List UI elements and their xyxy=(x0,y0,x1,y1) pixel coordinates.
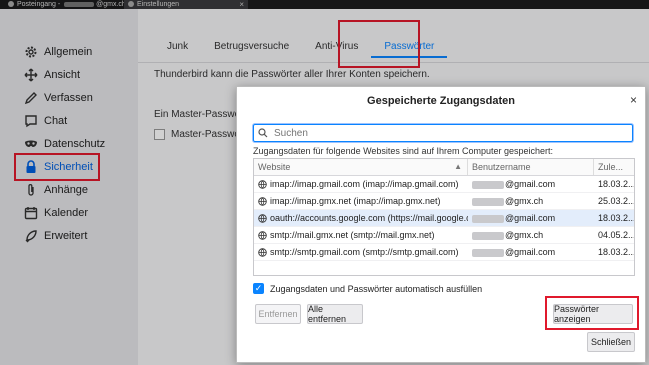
row-username: @gmail.com xyxy=(505,179,556,189)
row-date: 18.03.2... xyxy=(598,247,634,257)
highlight-box-show-passwords xyxy=(545,296,639,330)
remove-button[interactable]: Entfernen xyxy=(255,304,301,324)
table-row[interactable]: imap://imap.gmail.com (imap://imap.gmail… xyxy=(254,176,634,193)
row-website: smtp://smtp.gmail.com (smtp://smtp.gmail… xyxy=(270,247,459,257)
globe-icon xyxy=(258,247,267,257)
redacted-username xyxy=(472,248,504,257)
row-username: @gmx.ch xyxy=(505,230,544,240)
row-date: 18.03.2... xyxy=(598,179,634,189)
autofill-label: Zugangsdaten und Passwörter automatisch … xyxy=(270,283,483,294)
column-header-last-changed[interactable]: Zule... xyxy=(594,159,634,175)
row-date: 18.03.2... xyxy=(598,213,634,223)
globe-icon xyxy=(258,179,267,189)
row-username: @gmx.ch xyxy=(505,196,544,206)
table-row[interactable]: smtp://smtp.gmail.com (smtp://smtp.gmail… xyxy=(254,244,634,261)
column-header-username[interactable]: Benutzername xyxy=(468,159,594,175)
table-row-selected[interactable]: oauth://accounts.google.com (https://mai… xyxy=(254,210,634,227)
row-website: smtp://mail.gmx.net (smtp://mail.gmx.net… xyxy=(270,230,435,240)
logins-table: Website ▲ Benutzername Zule... imap://ima… xyxy=(253,158,635,276)
logins-info-text: Zugangsdaten für folgende Websites sind … xyxy=(253,146,554,156)
table-row[interactable]: smtp://mail.gmx.net (smtp://mail.gmx.net… xyxy=(254,227,634,244)
autofill-checkbox-row[interactable]: ✓ Zugangsdaten und Passwörter automatisc… xyxy=(253,283,482,294)
row-website: oauth://accounts.google.com (https://mai… xyxy=(270,213,468,223)
autofill-checkbox[interactable]: ✓ xyxy=(253,283,264,294)
row-date: 04.05.2... xyxy=(598,230,634,240)
row-username: @gmail.com xyxy=(505,213,556,223)
globe-icon xyxy=(258,196,267,206)
search-input[interactable] xyxy=(272,126,632,140)
table-row[interactable]: imap://imap.gmx.net (imap://imap.gmx.net… xyxy=(254,193,634,210)
row-date: 25.03.2... xyxy=(598,196,634,206)
dialog-title: Gespeicherte Zugangsdaten xyxy=(367,95,515,107)
dialog-close-icon[interactable]: × xyxy=(630,93,637,107)
globe-icon xyxy=(258,230,267,240)
row-website: imap://imap.gmail.com (imap://imap.gmail… xyxy=(270,179,459,189)
sort-arrow-icon: ▲ xyxy=(454,162,462,171)
redacted-username xyxy=(472,180,504,189)
row-website: imap://imap.gmx.net (imap://imap.gmx.net… xyxy=(270,196,441,206)
row-username: @gmail.com xyxy=(505,247,556,257)
close-button[interactable]: Schließen xyxy=(587,332,635,352)
search-icon xyxy=(258,128,268,138)
remove-all-button[interactable]: Alle entfernen xyxy=(307,304,363,324)
redacted-username xyxy=(472,231,504,240)
saved-logins-dialog: Gespeicherte Zugangsdaten × Zugangsdaten… xyxy=(236,86,646,363)
globe-icon xyxy=(258,213,267,223)
redacted-username xyxy=(472,197,504,206)
column-header-website[interactable]: Website ▲ xyxy=(254,159,468,175)
table-header: Website ▲ Benutzername Zule... xyxy=(254,159,634,176)
redacted-username xyxy=(472,214,504,223)
search-field[interactable] xyxy=(253,124,633,142)
